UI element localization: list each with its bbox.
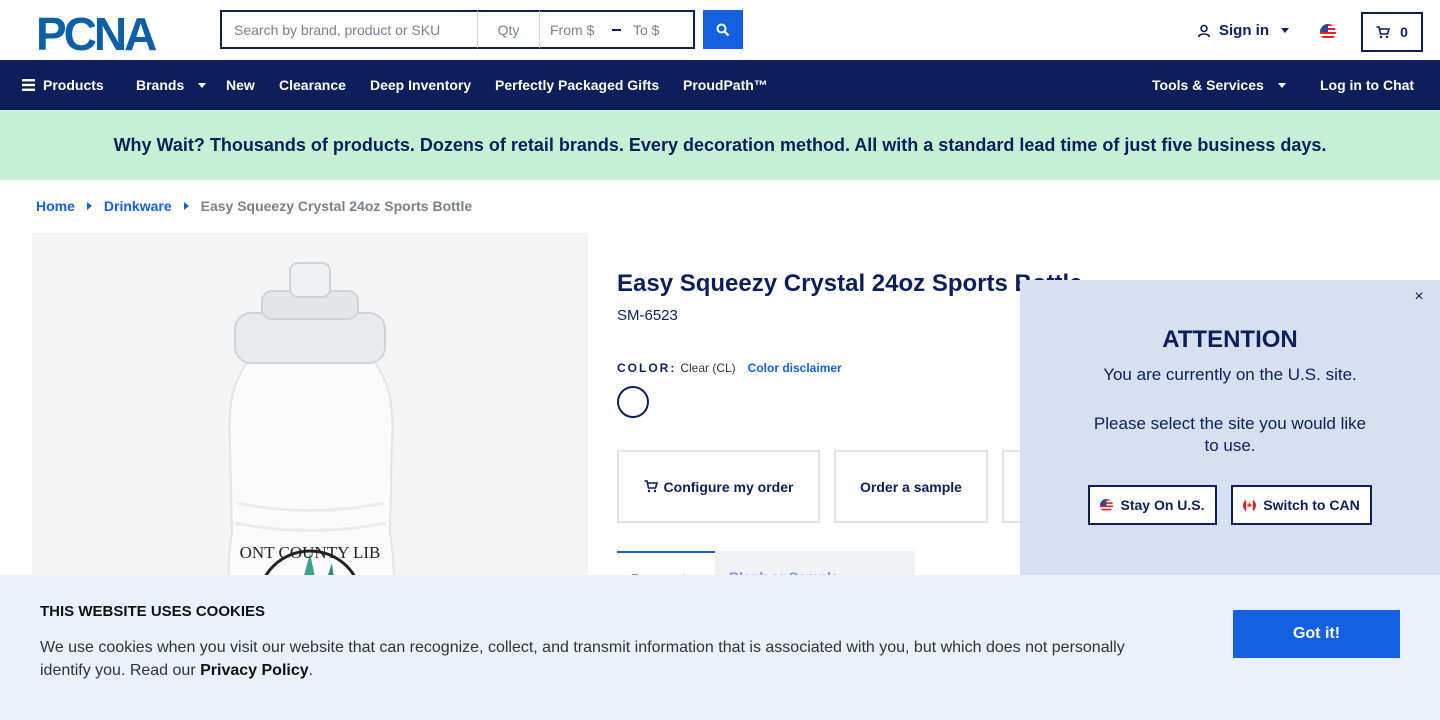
switch-can-label: Switch to CAN: [1263, 497, 1360, 513]
breadcrumb-home[interactable]: Home: [36, 198, 75, 214]
product-title: Easy Squeezy Crystal 24oz Sports Bottle: [617, 270, 1083, 297]
nav-clearance[interactable]: Clearance: [279, 60, 346, 110]
cart-button[interactable]: 0: [1361, 12, 1423, 52]
nav-products-label: Products: [43, 77, 104, 93]
nav-gifts-label: Perfectly Packaged Gifts: [495, 77, 660, 93]
stay-us-button[interactable]: Stay On U.S.: [1088, 485, 1217, 525]
nav-products[interactable]: Products: [22, 60, 104, 110]
color-swatch-clear[interactable]: [617, 386, 649, 418]
cookie-banner: THIS WEBSITE USES COOKIES We use cookies…: [0, 575, 1440, 720]
product-sku: SM-6523: [617, 307, 678, 324]
nav-tools[interactable]: Tools & Services: [1152, 60, 1286, 110]
order-sample-button[interactable]: Order a sample: [834, 450, 988, 523]
search-input[interactable]: [220, 10, 478, 49]
nav-chat[interactable]: Log in to Chat: [1320, 60, 1414, 110]
nav-deep-inventory-label: Deep Inventory: [370, 77, 472, 93]
svg-text:PCNA: PCNA: [36, 12, 156, 52]
breadcrumb-current: Easy Squeezy Crystal 24oz Sports Bottle: [200, 198, 473, 214]
nav-proudpath-label: ProudPath™: [683, 77, 768, 93]
nav-deep-inventory[interactable]: Deep Inventory: [370, 60, 471, 110]
search-icon: [716, 23, 730, 36]
color-row: COLOR: Clear (CL) Color disclaimer: [617, 361, 842, 375]
configure-order-button[interactable]: Configure my order: [617, 450, 820, 523]
site-selector-popup: × ATTENTION You are currently on the U.S…: [1020, 280, 1440, 580]
sign-in-menu[interactable]: Sign in: [1197, 22, 1289, 39]
cart-icon: [1376, 25, 1391, 38]
cart-icon: [644, 480, 658, 493]
breadcrumb-arrow-icon: [183, 202, 189, 210]
search-bar: [220, 10, 695, 49]
price-range: [540, 10, 695, 49]
price-from-input[interactable]: [540, 12, 610, 47]
menu-icon: [22, 79, 35, 91]
nav-proudpath[interactable]: ProudPath™: [683, 60, 768, 110]
chevron-down-icon: [198, 82, 207, 88]
imprint-text: ONT COUNTY LIB: [240, 543, 381, 562]
attention-message: You are currently on the U.S. site. Plea…: [1090, 364, 1370, 457]
stay-us-label: Stay On U.S.: [1120, 497, 1205, 513]
pcna-logo[interactable]: PCNA: [36, 12, 186, 52]
color-label: COLOR:: [617, 361, 677, 375]
chevron-down-icon: [1281, 28, 1289, 33]
nav-clearance-label: Clearance: [279, 77, 346, 93]
user-icon: [1197, 24, 1211, 37]
main-nav: Products Brands New Clearance Deep Inven…: [0, 60, 1440, 110]
privacy-policy-link[interactable]: Privacy Policy: [200, 662, 309, 679]
promo-banner: Why Wait? Thousands of products. Dozens …: [0, 110, 1440, 180]
qty-input[interactable]: [478, 10, 540, 49]
nav-chat-label: Log in to Chat: [1320, 77, 1415, 93]
nav-gifts[interactable]: Perfectly Packaged Gifts: [495, 60, 659, 110]
attention-line-2: Please select the site you would like to…: [1093, 414, 1367, 455]
search-button[interactable]: [703, 10, 743, 49]
us-flag-icon: [1100, 498, 1114, 512]
cookie-period: .: [308, 662, 314, 679]
price-to-input[interactable]: [623, 12, 693, 47]
attention-line-1: You are currently on the U.S. site.: [1103, 365, 1357, 384]
nav-new-label: New: [226, 77, 255, 93]
cookie-title: THIS WEBSITE USES COOKIES: [40, 603, 266, 620]
nav-brands[interactable]: Brands: [136, 60, 207, 110]
attention-title: ATTENTION: [1162, 326, 1298, 353]
order-sample-label: Order a sample: [860, 478, 962, 495]
nav-brands-label: Brands: [136, 77, 185, 93]
site-header: PCNA Sign in 0: [0, 0, 1440, 60]
breadcrumb: Home Drinkware Easy Squeezy Crystal 24oz…: [36, 198, 472, 214]
nav-tools-label: Tools & Services: [1152, 77, 1264, 93]
color-value: Clear (CL): [680, 361, 736, 375]
promo-text: Why Wait? Thousands of products. Dozens …: [113, 134, 1327, 155]
us-flag-icon[interactable]: [1320, 24, 1336, 40]
cart-count: 0: [1400, 24, 1408, 40]
cookie-text: We use cookies when you visit our websit…: [40, 636, 1160, 682]
close-icon[interactable]: ×: [1410, 288, 1428, 306]
breadcrumb-arrow-icon: [86, 202, 92, 210]
price-dash: [612, 28, 621, 31]
cookie-accept-button[interactable]: Got it!: [1233, 610, 1400, 658]
breadcrumb-category[interactable]: Drinkware: [104, 198, 172, 214]
configure-order-label: Configure my order: [663, 478, 794, 495]
sign-in-label: Sign in: [1219, 22, 1269, 39]
color-disclaimer-link[interactable]: Color disclaimer: [748, 361, 842, 375]
switch-can-button[interactable]: Switch to CAN: [1231, 485, 1372, 525]
nav-new[interactable]: New: [226, 60, 255, 110]
chevron-down-icon: [1277, 82, 1286, 88]
canada-flag-icon: [1243, 498, 1257, 512]
